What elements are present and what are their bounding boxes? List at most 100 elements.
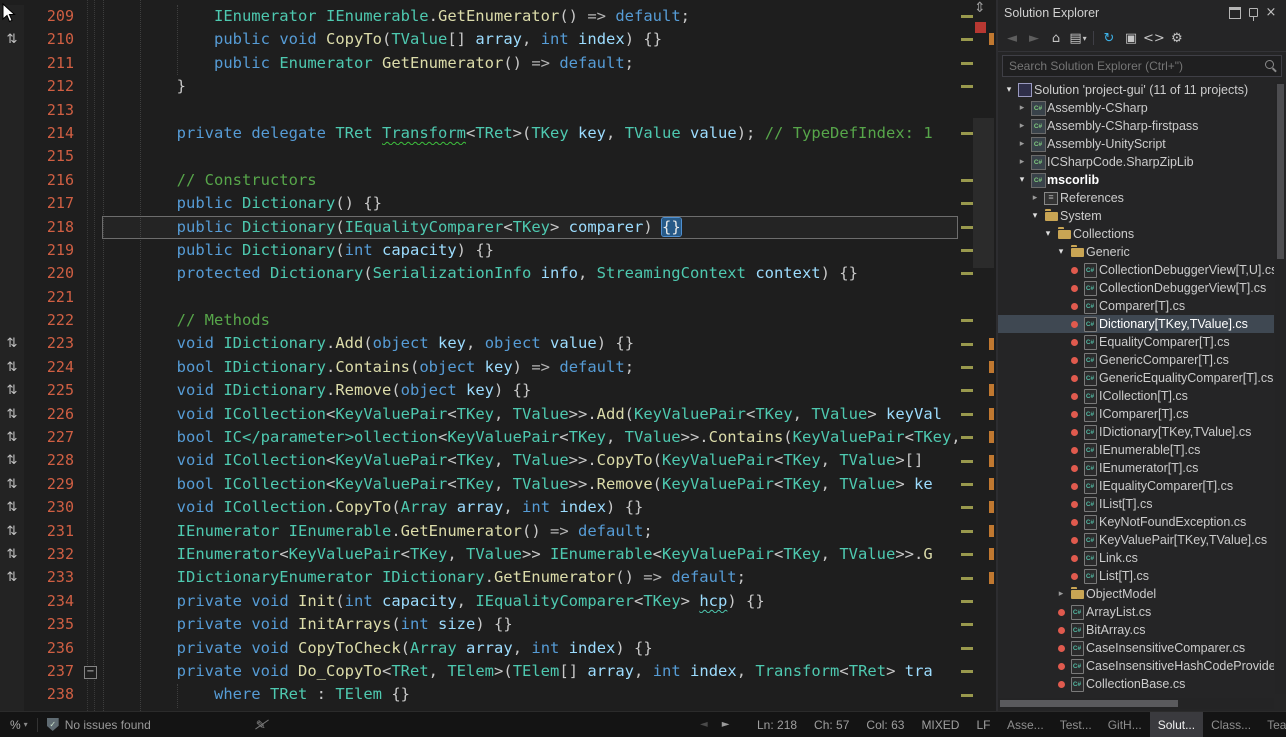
- code-line[interactable]: 220 protected Dictionary(SerializationIn…: [0, 262, 958, 285]
- code-line[interactable]: ⇅227 bool IC</parameter>ollection<KeyVal…: [0, 426, 958, 449]
- references-margin-icon[interactable]: ⇅: [0, 520, 24, 543]
- code-line[interactable]: 222 // Methods: [0, 309, 958, 332]
- tree-item[interactable]: ▸Assembly-UnityScript: [998, 135, 1274, 153]
- references-margin-icon[interactable]: ⇅: [0, 332, 24, 355]
- expand-expander-icon[interactable]: ▸: [1015, 135, 1029, 153]
- panel-tab[interactable]: Test...: [1052, 712, 1100, 737]
- expand-expander-icon[interactable]: ▸: [1054, 585, 1068, 603]
- code-line[interactable]: 216 // Constructors: [0, 169, 958, 192]
- references-margin-icon[interactable]: ⇅: [0, 496, 24, 519]
- code-line[interactable]: 211 public Enumerator GetEnumerator() =>…: [0, 52, 958, 75]
- code-line[interactable]: 235 private void InitArrays(int size) {}: [0, 613, 958, 636]
- tree-item[interactable]: EqualityComparer[T].cs: [998, 333, 1274, 351]
- tree-item[interactable]: CollectionDebuggerView[T].cs: [998, 279, 1274, 297]
- tree-item[interactable]: Link.cs: [998, 549, 1274, 567]
- panel-tab[interactable]: Asse...: [999, 712, 1052, 737]
- editor-scrollbar[interactable]: ⇕: [958, 0, 996, 711]
- tree-item[interactable]: ▾Collections: [998, 225, 1274, 243]
- references-margin-icon[interactable]: ⇅: [0, 543, 24, 566]
- search-icon[interactable]: [1265, 60, 1274, 69]
- tree-item[interactable]: IList[T].cs: [998, 495, 1274, 513]
- tree-item[interactable]: ▾System: [998, 207, 1274, 225]
- column-indicator[interactable]: Col: 63: [866, 718, 904, 732]
- expand-expander-icon[interactable]: ▸: [1015, 117, 1029, 135]
- switch-views-button[interactable]: ▤▾: [1068, 28, 1088, 48]
- code-line[interactable]: 209 IEnumerator IEnumerable.GetEnumerato…: [0, 5, 958, 28]
- zoom-control[interactable]: % ▾: [10, 718, 28, 732]
- tree-item[interactable]: Comparer[T].cs: [998, 297, 1274, 315]
- health-shield-icon[interactable]: ✓: [47, 718, 59, 731]
- fold-collapse-box[interactable]: −: [84, 666, 97, 679]
- tree-item[interactable]: KeyNotFoundException.cs: [998, 513, 1274, 531]
- scrollbar-thumb[interactable]: [1000, 700, 1178, 707]
- tree-item[interactable]: ▸ObjectModel: [998, 585, 1274, 603]
- window-position-button[interactable]: [1226, 5, 1244, 21]
- tree-item[interactable]: ▸Assembly-CSharp-firstpass: [998, 117, 1274, 135]
- indent-mode-indicator[interactable]: MIXED: [921, 718, 959, 732]
- tree-item[interactable]: IEnumerator[T].cs: [998, 459, 1274, 477]
- home-button[interactable]: ⌂: [1046, 28, 1066, 48]
- code-line[interactable]: 219 public Dictionary(int capacity) {}: [0, 239, 958, 262]
- code-line[interactable]: ⇅223 void IDictionary.Add(object key, ob…: [0, 332, 958, 355]
- eol-indicator[interactable]: LF: [976, 718, 990, 732]
- code-line[interactable]: 214 private delegate TRet Transform<TRet…: [0, 122, 958, 145]
- code-line[interactable]: ⇅226 void ICollection<KeyValuePair<TKey,…: [0, 403, 958, 426]
- view-code-button[interactable]: <>: [1143, 28, 1165, 48]
- tree-item[interactable]: ICollection[T].cs: [998, 387, 1274, 405]
- code-line[interactable]: ⇅230 void ICollection.CopyTo(Array array…: [0, 496, 958, 519]
- code-line[interactable]: ⇅228 void ICollection<KeyValuePair<TKey,…: [0, 449, 958, 472]
- code-line[interactable]: ⇅210 public void CopyTo(TValue[] array, …: [0, 28, 958, 51]
- references-margin-icon[interactable]: ⇅: [0, 566, 24, 589]
- search-input[interactable]: [1002, 55, 1282, 77]
- panel-tab[interactable]: Solut...: [1150, 712, 1203, 737]
- code-line[interactable]: 212 }: [0, 75, 958, 98]
- references-margin-icon[interactable]: ⇅: [0, 403, 24, 426]
- scrollbar-thumb[interactable]: [973, 118, 994, 268]
- panel-tab[interactable]: Tea...: [1259, 712, 1286, 737]
- collapse-expander-icon[interactable]: ▾: [1028, 207, 1042, 225]
- code-line[interactable]: ⇅229 bool ICollection<KeyValuePair<TKey,…: [0, 473, 958, 496]
- collapse-expander-icon[interactable]: ▾: [1041, 225, 1055, 243]
- sync-with-active-document-button[interactable]: ↻: [1099, 28, 1119, 48]
- tree-item[interactable]: ▸Assembly-CSharp: [998, 99, 1274, 117]
- tree-item[interactable]: IEnumerable[T].cs: [998, 441, 1274, 459]
- tree-item[interactable]: ▸References: [998, 189, 1274, 207]
- code-line[interactable]: ⇅225 void IDictionary.Remove(object key)…: [0, 379, 958, 402]
- code-line[interactable]: 234 private void Init(int capacity, IEqu…: [0, 590, 958, 613]
- panel-tab[interactable]: GitH...: [1100, 712, 1150, 737]
- code-line[interactable]: ⇅233 IDictionaryEnumerator IDictionary.G…: [0, 566, 958, 589]
- tree-item[interactable]: IDictionary[TKey,TValue].cs: [998, 423, 1274, 441]
- references-margin-icon[interactable]: ⇅: [0, 28, 24, 51]
- tree-item[interactable]: ▾Solution 'project-gui' (11 of 11 projec…: [998, 81, 1274, 99]
- collapse-all-button[interactable]: ▣: [1121, 28, 1141, 48]
- properties-button[interactable]: ⚙: [1167, 28, 1187, 48]
- panel-tab[interactable]: Class...: [1203, 712, 1259, 737]
- tree-vertical-scrollbar[interactable]: [1275, 82, 1286, 694]
- code-line[interactable]: 213: [0, 99, 958, 122]
- tree-item[interactable]: BitArray.cs: [998, 621, 1274, 639]
- tree-item[interactable]: ArrayList.cs: [998, 603, 1274, 621]
- code-line[interactable]: 238 where TRet : TElem {}: [0, 683, 958, 706]
- collapse-expander-icon[interactable]: ▾: [1054, 243, 1068, 261]
- char-indicator[interactable]: Ch: 57: [814, 718, 849, 732]
- tree-item[interactable]: CollectionDebuggerView[T,U].cs: [998, 261, 1274, 279]
- tree-item[interactable]: KeyValuePair[TKey,TValue].cs: [998, 531, 1274, 549]
- tree-item[interactable]: ▸ICSharpCode.SharpZipLib: [998, 153, 1274, 171]
- collapse-expander-icon[interactable]: ▾: [1015, 171, 1029, 189]
- tree-horizontal-scrollbar[interactable]: [998, 698, 1274, 709]
- code-line[interactable]: 215: [0, 145, 958, 168]
- back-button[interactable]: ◄: [1002, 28, 1022, 48]
- tree-item[interactable]: GenericEqualityComparer[T].cs: [998, 369, 1274, 387]
- scroll-right-icon[interactable]: ►: [722, 719, 730, 730]
- code-line[interactable]: 239 private static KeyValuePair<TKey, TV…: [0, 707, 958, 711]
- edit-disabled-icon[interactable]: ✎: [256, 718, 266, 732]
- close-button[interactable]: ×: [1262, 5, 1280, 21]
- splitter-grip-icon[interactable]: ⇕: [974, 0, 986, 16]
- issues-status[interactable]: No issues found: [65, 718, 151, 732]
- expand-expander-icon[interactable]: ▸: [1015, 99, 1029, 117]
- forward-button[interactable]: ►: [1024, 28, 1044, 48]
- code-line[interactable]: 217 public Dictionary() {}: [0, 192, 958, 215]
- tree-item[interactable]: Dictionary[TKey,TValue].cs: [998, 315, 1274, 333]
- tree-item[interactable]: IComparer[T].cs: [998, 405, 1274, 423]
- expand-expander-icon[interactable]: ▸: [1015, 153, 1029, 171]
